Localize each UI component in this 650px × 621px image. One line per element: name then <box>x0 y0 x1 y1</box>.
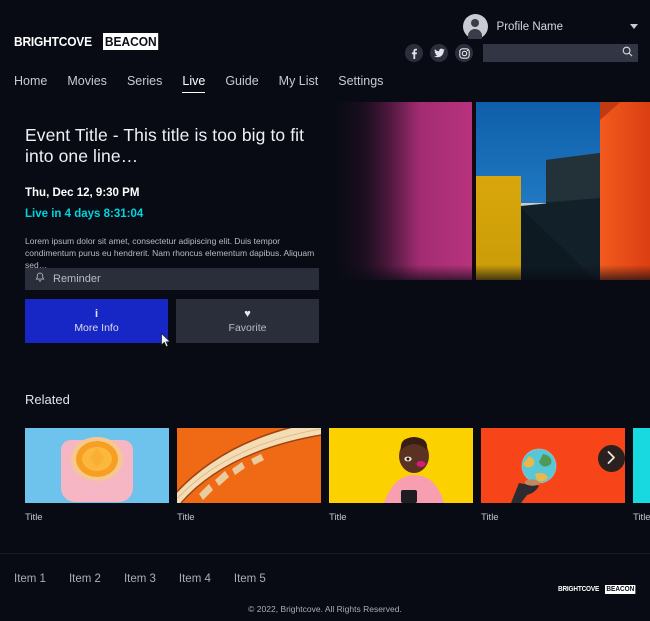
primary-action-row: i More Info ♥ Favorite <box>25 299 319 343</box>
site-footer: Item 1 Item 2 Item 3 Item 4 Item 5 BRIGH… <box>0 554 650 621</box>
twitter-icon[interactable] <box>430 44 448 62</box>
hero-image <box>335 98 650 284</box>
profile-name-label: Profile Name <box>497 21 563 33</box>
mouse-cursor <box>161 333 172 348</box>
bell-icon <box>35 272 45 286</box>
more-info-label: More Info <box>74 322 118 334</box>
list-item[interactable]: Title <box>25 428 169 523</box>
facebook-icon[interactable] <box>405 44 423 62</box>
thumbnail-art-cyan-block <box>633 428 650 503</box>
card-thumbnail[interactable] <box>177 428 321 503</box>
search-icon[interactable] <box>622 44 633 62</box>
brightcove-beacon-logo[interactable]: BRIGHTCOVE BEACON <box>14 33 163 50</box>
search-input[interactable] <box>488 48 622 59</box>
footer-link-item-1[interactable]: Item 1 <box>14 573 46 585</box>
nav-item-live[interactable]: Live <box>182 74 205 93</box>
logo-wordmark: BRIGHTCOVE <box>14 33 92 50</box>
thumbnail-art-woman-on-yellow <box>329 428 473 503</box>
list-item[interactable]: Title <box>329 428 473 523</box>
thumbnail-art-arch-on-orange <box>177 428 321 503</box>
footer-link-item-2[interactable]: Item 2 <box>69 573 101 585</box>
footer-links: Item 1 Item 2 Item 3 Item 4 Item 5 <box>14 573 650 585</box>
nav-item-home[interactable]: Home <box>14 74 47 93</box>
search-box[interactable] <box>483 44 638 62</box>
chevron-right-icon <box>607 451 616 467</box>
footer-brightcove-beacon-logo[interactable]: BRIGHTCOVE BEACON <box>558 585 638 594</box>
profile-menu[interactable]: Profile Name <box>463 14 638 39</box>
related-carousel[interactable]: Title Title <box>25 428 650 523</box>
info-icon: i <box>95 309 98 320</box>
card-caption: Title <box>25 512 169 523</box>
list-item[interactable]: Title <box>481 428 625 523</box>
copyright-text: © 2022, Brightcove. All Rights Reserved. <box>0 604 650 614</box>
chevron-down-icon[interactable] <box>630 24 638 29</box>
card-caption: Title <box>481 512 625 523</box>
reminder-label: Reminder <box>53 273 101 285</box>
main-nav: Home Movies Series Live Guide My List Se… <box>14 74 383 93</box>
related-heading: Related <box>25 392 650 407</box>
header-subbar <box>405 44 638 62</box>
card-caption: Title <box>633 512 650 523</box>
favorite-button[interactable]: ♥ Favorite <box>176 299 319 343</box>
list-item[interactable]: Title <box>177 428 321 523</box>
footer-link-item-3[interactable]: Item 3 <box>124 573 156 585</box>
card-thumbnail[interactable] <box>25 428 169 503</box>
logo-beacon-badge: BEACON <box>103 33 159 50</box>
reminder-button[interactable]: Reminder <box>25 268 319 290</box>
hero-text-block: Event Title - This title is too big to f… <box>25 125 325 271</box>
card-caption: Title <box>177 512 321 523</box>
nav-item-settings[interactable]: Settings <box>338 74 383 93</box>
user-avatar-icon <box>463 14 488 39</box>
site-header: BRIGHTCOVE BEACON Profile Name Home Movi… <box>0 0 650 95</box>
list-item[interactable]: Title <box>633 428 650 523</box>
favorite-label: Favorite <box>229 322 267 334</box>
nav-item-series[interactable]: Series <box>127 74 162 93</box>
related-section: Related Title <box>0 392 650 523</box>
carousel-next-button[interactable] <box>598 445 625 472</box>
heart-icon: ♥ <box>244 309 251 320</box>
nav-item-my-list[interactable]: My List <box>279 74 319 93</box>
nav-item-movies[interactable]: Movies <box>67 74 107 93</box>
footer-logo-wordmark: BRIGHTCOVE <box>558 585 599 594</box>
thumbnail-art-orange-slice <box>25 428 169 503</box>
nav-item-guide[interactable]: Guide <box>225 74 258 93</box>
hero-artwork-architecture <box>335 98 650 284</box>
card-thumbnail[interactable] <box>633 428 650 503</box>
event-live-countdown: Live in 4 days 8:31:04 <box>25 208 325 220</box>
card-thumbnail[interactable] <box>329 428 473 503</box>
footer-link-item-4[interactable]: Item 4 <box>179 573 211 585</box>
card-caption: Title <box>329 512 473 523</box>
more-info-button[interactable]: i More Info <box>25 299 168 343</box>
instagram-icon[interactable] <box>455 44 473 62</box>
event-description: Lorem ipsum dolor sit amet, consectetur … <box>25 235 317 271</box>
event-title: Event Title - This title is too big to f… <box>25 125 325 167</box>
action-buttons: Reminder i More Info ♥ Favorite <box>25 268 319 343</box>
footer-link-item-5[interactable]: Item 5 <box>234 573 266 585</box>
event-date: Thu, Dec 12, 9:30 PM <box>25 187 325 199</box>
footer-logo-beacon-badge: BEACON <box>605 585 636 594</box>
